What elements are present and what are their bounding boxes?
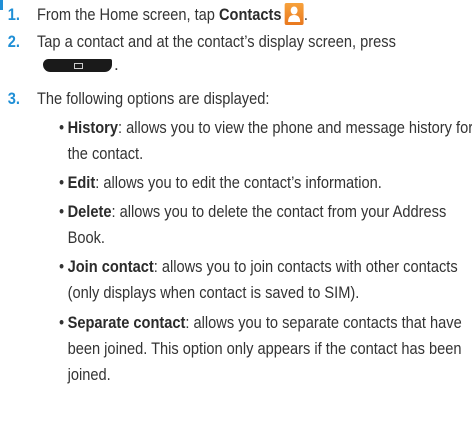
bullet-dot: • xyxy=(59,313,65,332)
option-description: : allows you to edit the contact’s infor… xyxy=(95,173,382,192)
bullet-dot: • xyxy=(59,118,65,137)
bullet-dot: • xyxy=(59,202,65,221)
option-line: Book. xyxy=(67,228,105,247)
option-term: Join contact xyxy=(67,257,154,276)
option-description: : allows you to join contacts with other… xyxy=(153,257,458,276)
contacts-icon xyxy=(284,3,304,25)
option-line: joined. xyxy=(67,365,111,384)
accent-bar xyxy=(0,0,3,10)
bullet-dot: • xyxy=(59,173,65,192)
option-delete: • Delete: allows you to delete the contac… xyxy=(59,199,472,251)
option-term: History xyxy=(67,118,118,137)
option-edit: • Edit: allows you to edit the contact’s … xyxy=(59,170,472,196)
step-number: 1. xyxy=(7,5,20,24)
step-number: 3. xyxy=(7,89,20,108)
instruction-page: 1. From the Home screen, tap Contacts. 2… xyxy=(0,0,472,427)
option-separate-contact: • Separate contact: allows you to separat… xyxy=(59,310,472,388)
option-line: • Edit: allows you to edit the contact’s … xyxy=(59,170,472,196)
option-line: the contact. xyxy=(67,144,144,163)
step-text-part: . xyxy=(114,55,119,74)
option-line: • Delete: allows you to delete the contac… xyxy=(59,199,472,225)
option-description: : allows you to separate contacts that h… xyxy=(185,313,462,332)
option-line: • History: allows you to view the phone a… xyxy=(59,115,472,141)
option-description: : allows you to view the phone and messa… xyxy=(117,118,472,137)
option-term: Separate contact xyxy=(67,313,186,332)
step-text: Tap a contact and at the contact’s displ… xyxy=(36,32,396,51)
option-term: Delete xyxy=(67,202,112,221)
step-number: 2. xyxy=(7,32,20,51)
option-line: (only displays when contact is saved to … xyxy=(67,283,360,302)
menu-key-icon xyxy=(43,59,112,72)
option-line: • Separate contact: allows you to separat… xyxy=(59,310,472,336)
step-text-part: From the Home screen, tap xyxy=(36,5,219,24)
step-bold-term: Contacts xyxy=(218,5,282,24)
step-text-part: . xyxy=(303,5,308,24)
option-history: • History: allows you to view the phone a… xyxy=(59,115,472,167)
step-text: The following options are displayed: xyxy=(36,89,270,108)
bullet-dot: • xyxy=(59,257,65,276)
option-join-contact: • Join contact: allows you to join contac… xyxy=(59,254,472,306)
option-line: been joined. This option only appears if… xyxy=(67,339,462,358)
option-term: Edit xyxy=(67,173,96,192)
option-description: : allows you to delete the contact from … xyxy=(111,202,447,221)
step-text: From the Home screen, tap Contacts. xyxy=(37,3,308,27)
option-line: • Join contact: allows you to join contac… xyxy=(59,254,472,280)
